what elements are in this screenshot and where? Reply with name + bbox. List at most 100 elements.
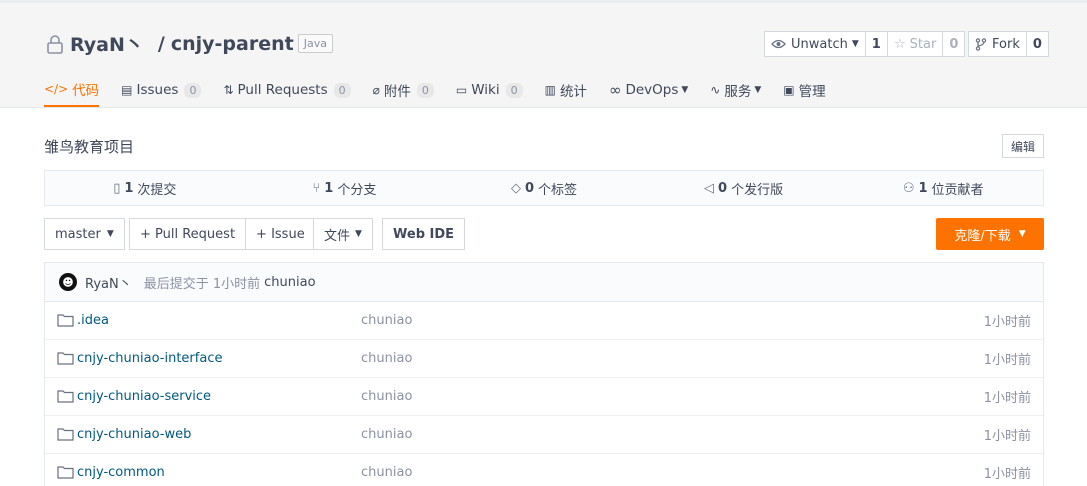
fork-icon	[975, 37, 987, 51]
tab-pull-requests[interactable]: ⇅ Pull Requests 0	[223, 73, 351, 107]
caret-down-icon: ▼	[681, 85, 689, 95]
commit-author[interactable]: RyaN丶	[85, 273, 132, 292]
file-commit[interactable]: chuniao	[361, 351, 412, 366]
star-button[interactable]: ☆ Star	[887, 31, 944, 57]
caret-down-icon: ▼	[106, 229, 114, 239]
stat-commits[interactable]: ▯ 1 次提交	[45, 171, 245, 205]
repo-name-link[interactable]: cnjy-parent	[171, 33, 294, 55]
file-time: 1小时前	[983, 391, 1031, 406]
file-time: 1小时前	[983, 429, 1031, 444]
star-count[interactable]: 0	[943, 31, 966, 57]
tab-issues-count: 0	[184, 82, 202, 98]
contributors-icon: ⚇	[902, 180, 915, 196]
file-commit[interactable]: chuniao	[361, 389, 412, 404]
file-row[interactable]: cnjy-common chuniao 1小时前	[45, 454, 1043, 486]
release-icon: ◁	[704, 180, 715, 196]
file-name[interactable]: cnjy-chuniao-service	[77, 389, 211, 404]
tab-attachments[interactable]: ⌀ 附件 0	[373, 73, 434, 107]
pulse-icon: ∿	[710, 83, 721, 97]
tab-pull-requests-label: Pull Requests	[237, 82, 328, 98]
bar-chart-icon: ▥	[544, 83, 556, 97]
file-name[interactable]: cnjy-chuniao-interface	[77, 351, 222, 366]
fork-button-group: Fork 0	[968, 31, 1049, 57]
folder-icon	[57, 428, 74, 441]
fork-button[interactable]: Fork	[968, 31, 1027, 57]
stat-contributors[interactable]: ⚇ 1 位贡献者	[843, 171, 1043, 205]
unwatch-label: Unwatch	[791, 36, 848, 52]
folder-icon	[57, 352, 74, 365]
web-ide-button[interactable]: Web IDE	[382, 218, 466, 250]
new-pull-request-button[interactable]: + Pull Request	[129, 218, 247, 250]
unwatch-button[interactable]: Unwatch ▼	[764, 31, 866, 57]
folder-icon	[57, 466, 74, 479]
file-time: 1小时前	[983, 315, 1031, 330]
tab-wiki[interactable]: ▭ Wiki 0	[456, 73, 523, 107]
file-name[interactable]: .idea	[77, 313, 109, 328]
stat-releases[interactable]: ◁ 0 个发行版	[644, 171, 844, 205]
tab-attachments-count: 0	[416, 82, 434, 98]
infinity-icon: ∞	[608, 81, 622, 99]
tab-services[interactable]: ∿ 服务 ▼	[710, 73, 761, 107]
tab-manage-label: 管理	[798, 84, 826, 100]
eye-icon	[771, 39, 786, 49]
star-icon: ☆	[894, 36, 906, 52]
pull-request-icon: ⇅	[223, 83, 234, 97]
file-name[interactable]: cnjy-chuniao-web	[77, 427, 191, 442]
stat-branches-value: 1	[324, 180, 334, 196]
tab-stats-label: 统计	[559, 84, 587, 100]
new-actions-group: + Pull Request + Issue	[129, 218, 316, 250]
commit-message[interactable]: chuniao	[264, 275, 315, 290]
tab-manage[interactable]: ▣ 管理	[783, 73, 825, 107]
repo-description: 雏鸟教育项目	[44, 138, 135, 156]
repo-header: RyaN丶 / cnjy-parent Java Unwatch ▼ 1 ☆ S…	[0, 0, 1087, 108]
book-icon: ▭	[455, 83, 468, 97]
branch-selector[interactable]: master ▼	[44, 218, 125, 250]
caret-down-icon: ▼	[851, 39, 859, 49]
file-row[interactable]: .idea chuniao 1小时前	[45, 302, 1043, 340]
tab-issues[interactable]: ▤ Issues 0	[121, 73, 202, 107]
stat-branches[interactable]: ⑂ 1 个分支	[245, 171, 445, 205]
watch-count[interactable]: 1	[865, 31, 888, 57]
file-row[interactable]: cnjy-chuniao-web chuniao 1小时前	[45, 416, 1043, 454]
file-name[interactable]: cnjy-common	[77, 465, 165, 480]
file-commit[interactable]: chuniao	[361, 427, 412, 442]
tab-devops[interactable]: ∞ DevOps ▼	[609, 73, 688, 107]
issues-icon: ▤	[121, 83, 133, 97]
file-commit[interactable]: chuniao	[361, 313, 412, 328]
commit-meta: 最后提交于 1小时前	[143, 276, 261, 292]
tab-code[interactable]: </> 代码	[44, 73, 100, 107]
branch-name: master	[55, 226, 101, 242]
file-time: 1小时前	[983, 353, 1031, 368]
file-menu-button[interactable]: 文件 ▼	[313, 218, 373, 250]
file-row[interactable]: cnjy-chuniao-service chuniao 1小时前	[45, 378, 1043, 416]
star-button-group: ☆ Star 0	[887, 31, 966, 57]
stat-commits-label: 次提交	[137, 182, 177, 198]
tab-devops-label: DevOps	[625, 82, 679, 98]
repo-title: RyaN丶 / cnjy-parent Java	[44, 30, 333, 57]
caret-down-icon: ▼	[355, 229, 362, 239]
edit-description-button[interactable]: 编辑	[1002, 134, 1044, 158]
new-issue-button[interactable]: + Issue	[246, 218, 316, 250]
tab-stats[interactable]: ▥ 统计	[545, 73, 587, 107]
star-label: Star	[909, 36, 937, 52]
tab-pull-requests-count: 0	[333, 82, 351, 98]
file-list: ☻ RyaN丶 最后提交于 1小时前 chuniao .idea chuniao…	[44, 262, 1044, 486]
last-commit-bar: ☻ RyaN丶 最后提交于 1小时前 chuniao	[45, 263, 1043, 302]
settings-doc-icon: ▣	[783, 83, 795, 97]
clone-download-label: 克隆/下载	[954, 228, 1011, 244]
stat-tags[interactable]: ◇ 0 个标签	[444, 171, 644, 205]
fork-count[interactable]: 0	[1026, 31, 1049, 57]
stat-tags-label: 个标签	[538, 182, 578, 198]
stat-contributors-label: 位贡献者	[931, 182, 984, 198]
repo-owner-link[interactable]: RyaN丶	[70, 30, 144, 57]
commit-doc-icon: ▯	[113, 180, 121, 196]
code-icon: </>	[44, 82, 69, 96]
tab-wiki-label: Wiki	[471, 82, 500, 98]
file-commit[interactable]: chuniao	[361, 465, 412, 480]
lock-icon	[47, 34, 63, 54]
caret-down-icon: ▼	[754, 85, 762, 95]
clone-download-button[interactable]: 克隆/下载 ▼	[936, 218, 1044, 250]
file-row[interactable]: cnjy-chuniao-interface chuniao 1小时前	[45, 340, 1043, 378]
avatar[interactable]: ☻	[59, 273, 77, 291]
paperclip-icon: ⌀	[372, 83, 380, 97]
